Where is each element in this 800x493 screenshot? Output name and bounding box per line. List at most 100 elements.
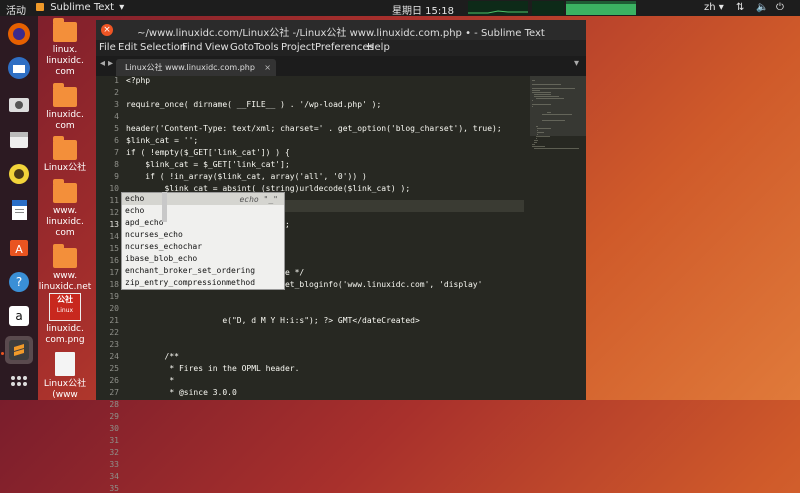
activities-button[interactable]: 活动 <box>6 2 26 17</box>
network-graph-icon <box>468 10 528 14</box>
code-line: e("D, d M Y H:i:s"); ?> GMT</dateCreated… <box>126 316 420 325</box>
folder-icon <box>53 136 77 160</box>
code-line: $link_cat = $_GET['link_cat']; <box>126 160 290 169</box>
line-number: 22 <box>109 328 119 337</box>
minimap-line <box>536 136 550 137</box>
volume-icon[interactable]: 🔈 <box>756 2 768 13</box>
tab-nav-left-icon[interactable]: ◂ <box>100 58 105 69</box>
firefox-icon[interactable] <box>5 20 33 48</box>
title-bar[interactable]: × ~/www.linuxidc.com/Linux公社 -/Linux公社 w… <box>96 20 586 50</box>
line-number: 20 <box>109 304 119 313</box>
line-number: 14 <box>109 232 119 241</box>
minimap-viewport[interactable] <box>530 76 586 136</box>
autocomplete-item[interactable]: echo <box>125 194 280 203</box>
line-number: 18 <box>109 280 119 289</box>
minimap-line <box>534 148 580 149</box>
menu-tools[interactable]: Tools <box>254 42 279 53</box>
minimap-line <box>532 84 562 85</box>
minimap-line <box>532 100 533 101</box>
help-icon[interactable]: ? <box>5 268 33 296</box>
menu-file[interactable]: File <box>99 42 116 53</box>
autocomplete-item[interactable]: ibase_blob_echo <box>125 254 280 263</box>
show-applications-icon[interactable] <box>5 370 33 398</box>
minimap-line <box>536 128 552 129</box>
top-panel: 活动 Sublime Text ▾ 星期日 15:18 zh ▾ ⇅ 🔈 ⏻ <box>0 0 800 17</box>
files-icon[interactable] <box>5 126 33 154</box>
svg-text:A: A <box>15 243 23 256</box>
sublime-text-icon[interactable] <box>5 336 33 364</box>
clock[interactable]: 星期日 15:18 <box>392 2 454 17</box>
input-method-label: zh <box>704 2 716 13</box>
autocomplete-item[interactable]: apd_echo <box>125 218 280 227</box>
line-number: 27 <box>109 388 119 397</box>
desktop-icon-label: Linux公社 <box>43 163 87 173</box>
code-line: /** <box>126 352 179 361</box>
autocomplete-popup: echo "_" echo echo apd_echo ncurses_echo ncu… <box>121 192 285 290</box>
desktop-file[interactable]: Linux公社 (www <box>37 352 93 401</box>
minimap-line <box>536 98 565 99</box>
software-center-icon[interactable]: A <box>5 232 33 260</box>
autocomplete-scrollbar[interactable] <box>162 192 167 222</box>
code-line: * <box>126 376 175 385</box>
minimap-line <box>534 94 551 95</box>
dock: A ? a <box>0 16 38 400</box>
power-icon[interactable]: ⏻ <box>776 2 784 13</box>
chevron-down-icon: ▾ <box>119 2 125 13</box>
menu-project[interactable]: Project <box>281 42 315 53</box>
line-number: 2 <box>114 88 119 97</box>
folder-icon <box>53 179 77 203</box>
minimap[interactable] <box>530 76 586 400</box>
folder-icon <box>53 18 77 42</box>
tab-dropdown-icon[interactable]: ▾ <box>574 58 579 69</box>
menu-preferences[interactable]: Preferences <box>315 42 374 53</box>
line-number: 33 <box>109 460 119 469</box>
writer-icon[interactable] <box>5 196 33 224</box>
desktop-image[interactable]: 公社 Linux linuxidc. com.png <box>37 293 93 346</box>
minimap-line <box>536 126 538 127</box>
line-number: 30 <box>109 424 119 433</box>
line-number: 16 <box>109 256 119 265</box>
code-line: * @since 3.0.0 <box>126 388 237 397</box>
line-number: 24 <box>109 352 119 361</box>
menu-selection[interactable]: Selection <box>140 42 186 53</box>
autocomplete-item[interactable]: echo <box>125 206 280 215</box>
camera-icon[interactable] <box>5 90 33 118</box>
minimap-line <box>532 144 535 145</box>
tab-label: Linux公社 www.linuxidc.com.php <box>125 63 255 72</box>
thunderbird-icon[interactable] <box>5 54 33 82</box>
code-line: if ( !empty($_GET['link_cat']) ) { <box>126 148 290 157</box>
network-icon[interactable]: ⇅ <box>736 2 744 13</box>
running-indicator <box>1 352 4 355</box>
app-menu[interactable]: Sublime Text ▾ <box>36 2 124 13</box>
autocomplete-item[interactable]: ncurses_echochar <box>125 242 280 251</box>
amazon-icon[interactable]: a <box>5 302 33 330</box>
autocomplete-item[interactable]: ncurses_echo <box>125 230 280 239</box>
desktop-folder[interactable]: www. linuxidc. com <box>37 179 93 239</box>
desktop-folder[interactable]: Linux公社 <box>37 136 93 174</box>
image-thumbnail-icon: 公社 Linux <box>49 293 81 321</box>
sublime-small-icon <box>36 3 44 11</box>
desktop-folder[interactable]: linux. linuxidc. com <box>37 18 93 78</box>
line-number: 1 <box>114 76 119 85</box>
tab-nav-right-icon[interactable]: ▸ <box>108 58 113 69</box>
rhythmbox-icon[interactable] <box>5 160 33 188</box>
menu-view[interactable]: View <box>205 42 229 53</box>
menu-help[interactable]: Help <box>367 42 390 53</box>
line-number: 35 <box>109 484 119 493</box>
desktop-folder[interactable]: www. linuxidc.net <box>37 244 93 293</box>
menu-edit[interactable]: Edit <box>118 42 137 53</box>
close-tab-icon[interactable]: × <box>264 59 271 76</box>
menu-find[interactable]: Find <box>182 42 203 53</box>
autocomplete-item[interactable]: zip_entry_compressionmethod <box>125 278 280 287</box>
minimap-line <box>536 138 538 139</box>
line-number: 17 <box>109 268 119 277</box>
svg-text:?: ? <box>16 275 22 289</box>
autocomplete-item[interactable]: enchant_broker_set_ordering <box>125 266 280 275</box>
line-number: 6 <box>114 136 119 145</box>
menu-goto[interactable]: Goto <box>230 42 254 53</box>
input-method[interactable]: zh ▾ <box>704 2 724 13</box>
desktop-folder[interactable]: linuxidc. com <box>37 83 93 132</box>
tab-file[interactable]: Linux公社 www.linuxidc.com.php × <box>116 59 276 76</box>
minimap-line <box>547 112 551 113</box>
desktop-icon-label: Linux公社 (www <box>43 379 87 400</box>
